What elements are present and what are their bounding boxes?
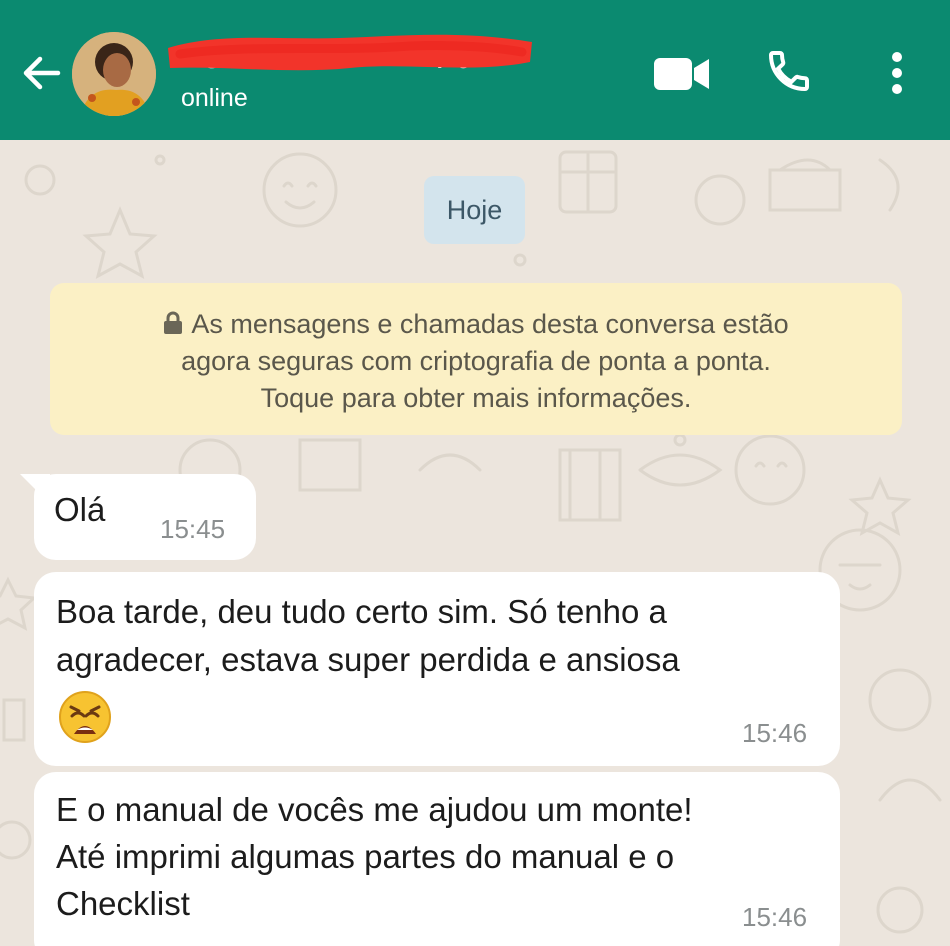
lock-icon (164, 311, 183, 334)
encryption-text-line: Toque para obter mais informações. (260, 383, 692, 413)
back-arrow-icon[interactable] (18, 50, 64, 96)
chat-header: +55 62 ••••• ••70 online (0, 0, 950, 140)
message-time: 15:45 (160, 514, 226, 544)
encryption-text-line: As mensagens e chamadas desta conversa e… (191, 309, 789, 339)
contact-avatar[interactable] (72, 32, 156, 116)
redaction-scribble (168, 34, 532, 71)
video-call-icon[interactable] (652, 52, 712, 96)
message-bubble[interactable]: E o manual de vocês me ajudou um monte! … (34, 772, 840, 946)
avatar-photo (72, 32, 156, 116)
more-options-icon[interactable] (884, 50, 910, 96)
chat-area[interactable]: Hoje As mensagens e chamadas desta conve… (0, 140, 950, 946)
message-text: Até imprimi algumas partes do manual e o (56, 838, 675, 875)
phone-icon[interactable] (765, 47, 813, 95)
encryption-text-line: agora seguras com criptografia de ponta … (181, 346, 771, 376)
message-text: E o manual de vocês me ajudou um monte! (56, 791, 693, 828)
message-time: 15:46 (742, 718, 808, 748)
encryption-line-1: As mensagens e chamadas desta conversa e… (68, 306, 884, 343)
message-text: Checklist (56, 885, 190, 922)
contact-status: online (181, 84, 248, 112)
message-text: Boa tarde, deu tudo certo sim. Só tenho … (56, 593, 667, 630)
message-bubble[interactable]: Olá 15:45 (34, 474, 256, 560)
message-bubble[interactable]: Boa tarde, deu tudo certo sim. Só tenho … (34, 572, 840, 766)
weary-face-emoji (59, 691, 111, 743)
message-time: 15:46 (742, 902, 808, 932)
date-chip: Hoje (424, 176, 525, 244)
encryption-notice[interactable]: As mensagens e chamadas desta conversa e… (50, 283, 902, 435)
message-text: agradecer, estava super perdida e ansios… (56, 641, 680, 678)
message-text: Olá (54, 491, 106, 528)
